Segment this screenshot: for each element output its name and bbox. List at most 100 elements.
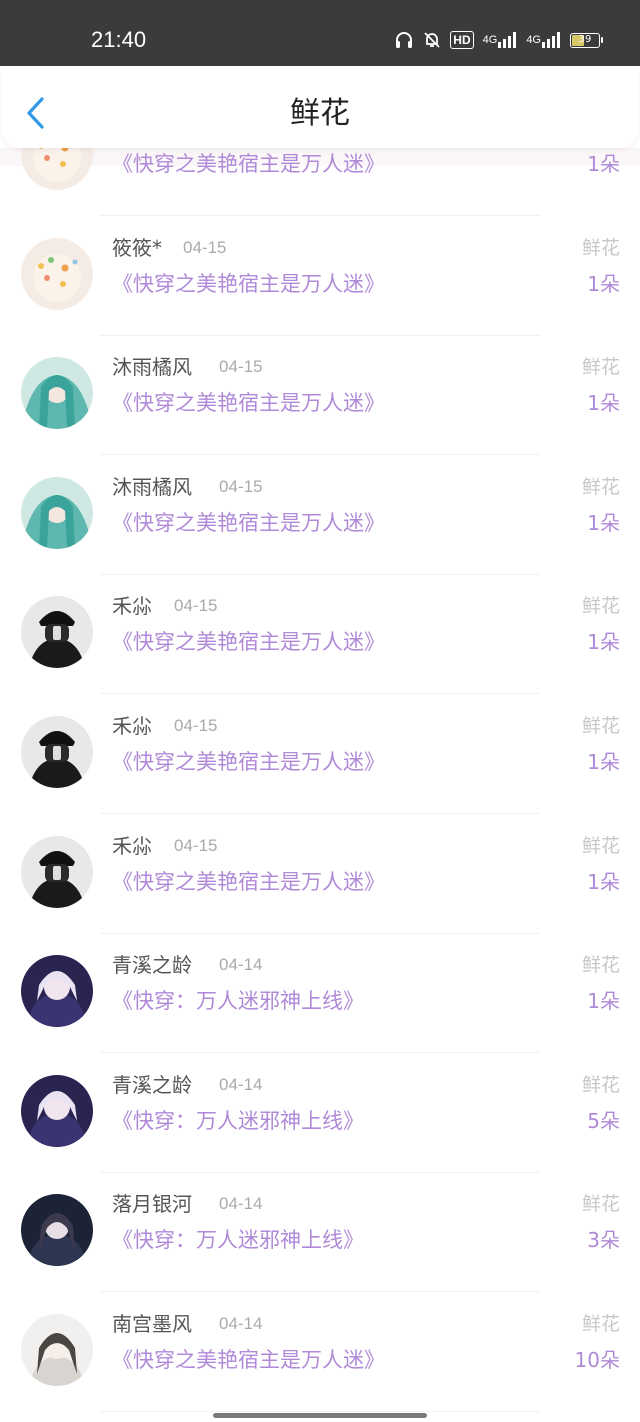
gift-type: 鲜花 [581,595,620,618]
gift-record-row[interactable]: 青溪之龄 04-14 《快穿：万人迷邪神上线》 鲜花 1朵 [0,937,640,1057]
gift-count: 1朵 [587,510,620,535]
row-divider [100,1171,540,1173]
avatar[interactable] [21,476,93,549]
signal-2: 4G [526,32,561,48]
sender-name: 筱筱* [112,235,162,260]
row-divider [100,215,540,216]
gift-record-row[interactable]: 筱筱* 04-15 《快穿之美艳宿主是万人迷》 鲜花 1朵 [0,220,640,340]
avatar[interactable] [21,357,93,430]
signal-bars-icon [542,32,560,48]
row-divider [100,573,540,575]
row-divider [100,1291,540,1293]
record-date: 04-14 [219,955,263,975]
home-indicator[interactable] [213,1413,427,1418]
record-date: 04-15 [174,596,218,616]
avatar[interactable] [21,835,93,908]
book-title[interactable]: 《快穿之美艳宿主是万人迷》 [112,749,385,775]
row-divider [100,693,540,695]
bell-off-icon [423,31,441,49]
gift-record-row[interactable]: 沐雨橘风 04-15 《快穿之美艳宿主是万人迷》 鲜花 1朵 [0,459,640,579]
row-divider [100,334,540,336]
gift-count: 1朵 [587,989,620,1014]
gift-record-row[interactable]: 禾尛 04-15 《快穿之美艳宿主是万人迷》 鲜花 1朵 [0,578,640,698]
sender-name: 禾尛 [112,714,152,738]
gift-type: 鲜花 [581,356,620,379]
signal-bars-icon [498,32,517,48]
sender-name: 青溪之龄 [112,1072,192,1097]
network-label-1: 4G [482,34,498,46]
nav-header: 鲜花 [2,66,638,148]
signal-1: 4G [483,32,518,48]
gift-type: 鲜花 [581,475,620,498]
book-title[interactable]: 《快穿之美艳宿主是万人迷》 [112,1347,385,1373]
gift-count: 1朵 [587,391,620,416]
gift-type: 鲜花 [581,834,620,857]
sender-name: 禾尛 [112,594,152,619]
record-date: 04-15 [174,835,218,855]
avatar[interactable] [21,237,93,310]
gift-record-row[interactable]: 南宫墨风 04-14 《快穿之美艳宿主是万人迷》 鲜花 10朵 [0,1296,640,1416]
gift-type: 鲜花 [581,954,620,977]
gift-type: 鲜花 [581,1313,620,1335]
gift-count: 1朵 [587,630,620,655]
sender-name: 禾尛 [112,833,152,858]
gift-count: 1朵 [587,271,620,296]
row-divider [100,1052,540,1054]
headphones-icon [394,31,414,49]
gift-record-row[interactable]: 禾尛 04-15 《快穿之美艳宿主是万人迷》 鲜花 1朵 [0,698,640,818]
gift-record-row[interactable]: 禾尛 04-15 《快穿之美艳宿主是万人迷》 鲜花 1朵 [0,818,640,938]
avatar[interactable] [21,1074,93,1147]
gift-count: 1朵 [587,152,620,176]
gift-count: 1朵 [587,869,620,894]
sender-name: 落月银河 [112,1192,192,1217]
page-title: 鲜花 [290,96,350,131]
avatar[interactable] [21,148,93,190]
status-bar: 21:40 HD 4G 4G 39 [0,0,640,66]
gift-type: 鲜花 [581,1073,620,1096]
gift-count: 5朵 [587,1108,620,1133]
gift-record-row[interactable]: 落月银河 04-14 《快穿：万人迷邪神上线》 鲜花 3朵 [0,1176,640,1296]
record-date: 04-14 [219,1194,263,1214]
record-date: 04-15 [183,237,227,257]
book-title[interactable]: 《快穿：万人迷邪神上线》 [112,1108,364,1134]
record-date: 04-14 [219,1314,263,1333]
gift-type: 鲜花 [581,1193,620,1216]
book-title[interactable]: 《快穿：万人迷邪神上线》 [112,988,364,1014]
avatar[interactable] [21,955,93,1028]
battery-level: 39 [578,33,592,45]
gift-type: 鲜花 [581,236,620,259]
sender-name: 沐雨橘风 [112,474,192,499]
gift-count: 3朵 [587,1228,620,1253]
gift-type: 鲜花 [581,715,620,737]
book-title[interactable]: 《快穿：万人迷邪神上线》 [112,1227,364,1253]
row-divider [100,813,540,814]
book-title[interactable]: 《快穿之美艳宿主是万人迷》 [112,271,385,297]
gift-list[interactable]: 筱筱*04-15《快穿之美艳宿主是万人迷》鲜花1朵筱筱*04-15《快穿之美艳宿… [0,148,640,1422]
gift-record-row[interactable]: 沐雨橘风 04-15 《快穿之美艳宿主是万人迷》 鲜花 1朵 [0,339,640,459]
record-date: 04-14 [219,1074,263,1094]
record-date: 04-15 [219,357,263,377]
book-title[interactable]: 《快穿之美艳宿主是万人迷》 [112,869,385,895]
gift-count: 10朵 [574,1348,620,1372]
book-title[interactable]: 《快穿之美艳宿主是万人迷》 [112,390,385,416]
gift-record-row[interactable]: 青溪之龄 04-14 《快穿：万人迷邪神上线》 鲜花 5朵 [0,1057,640,1177]
book-title[interactable]: 《快穿之美艳宿主是万人迷》 [112,151,385,177]
status-icons: HD 4G 4G 39 [394,28,603,52]
book-title[interactable]: 《快穿之美艳宿主是万人迷》 [112,629,385,655]
row-divider [100,932,540,934]
sender-name: 沐雨橘风 [112,355,192,380]
avatar[interactable] [21,716,93,788]
sender-name: 青溪之龄 [112,953,192,978]
avatar[interactable] [21,1194,93,1267]
avatar[interactable] [21,596,93,669]
network-label-2: 4G [526,34,541,46]
gift-count: 1朵 [587,750,620,774]
gift-record-row[interactable]: 筱筱*04-15《快穿之美艳宿主是万人迷》鲜花1朵 [0,148,640,220]
battery-icon: 39 [570,32,603,48]
row-divider [100,454,540,456]
record-date: 04-15 [219,476,263,496]
row-divider [100,1411,540,1412]
record-date: 04-15 [174,716,218,735]
avatar[interactable] [21,1314,93,1386]
book-title[interactable]: 《快穿之美艳宿主是万人迷》 [112,510,385,536]
